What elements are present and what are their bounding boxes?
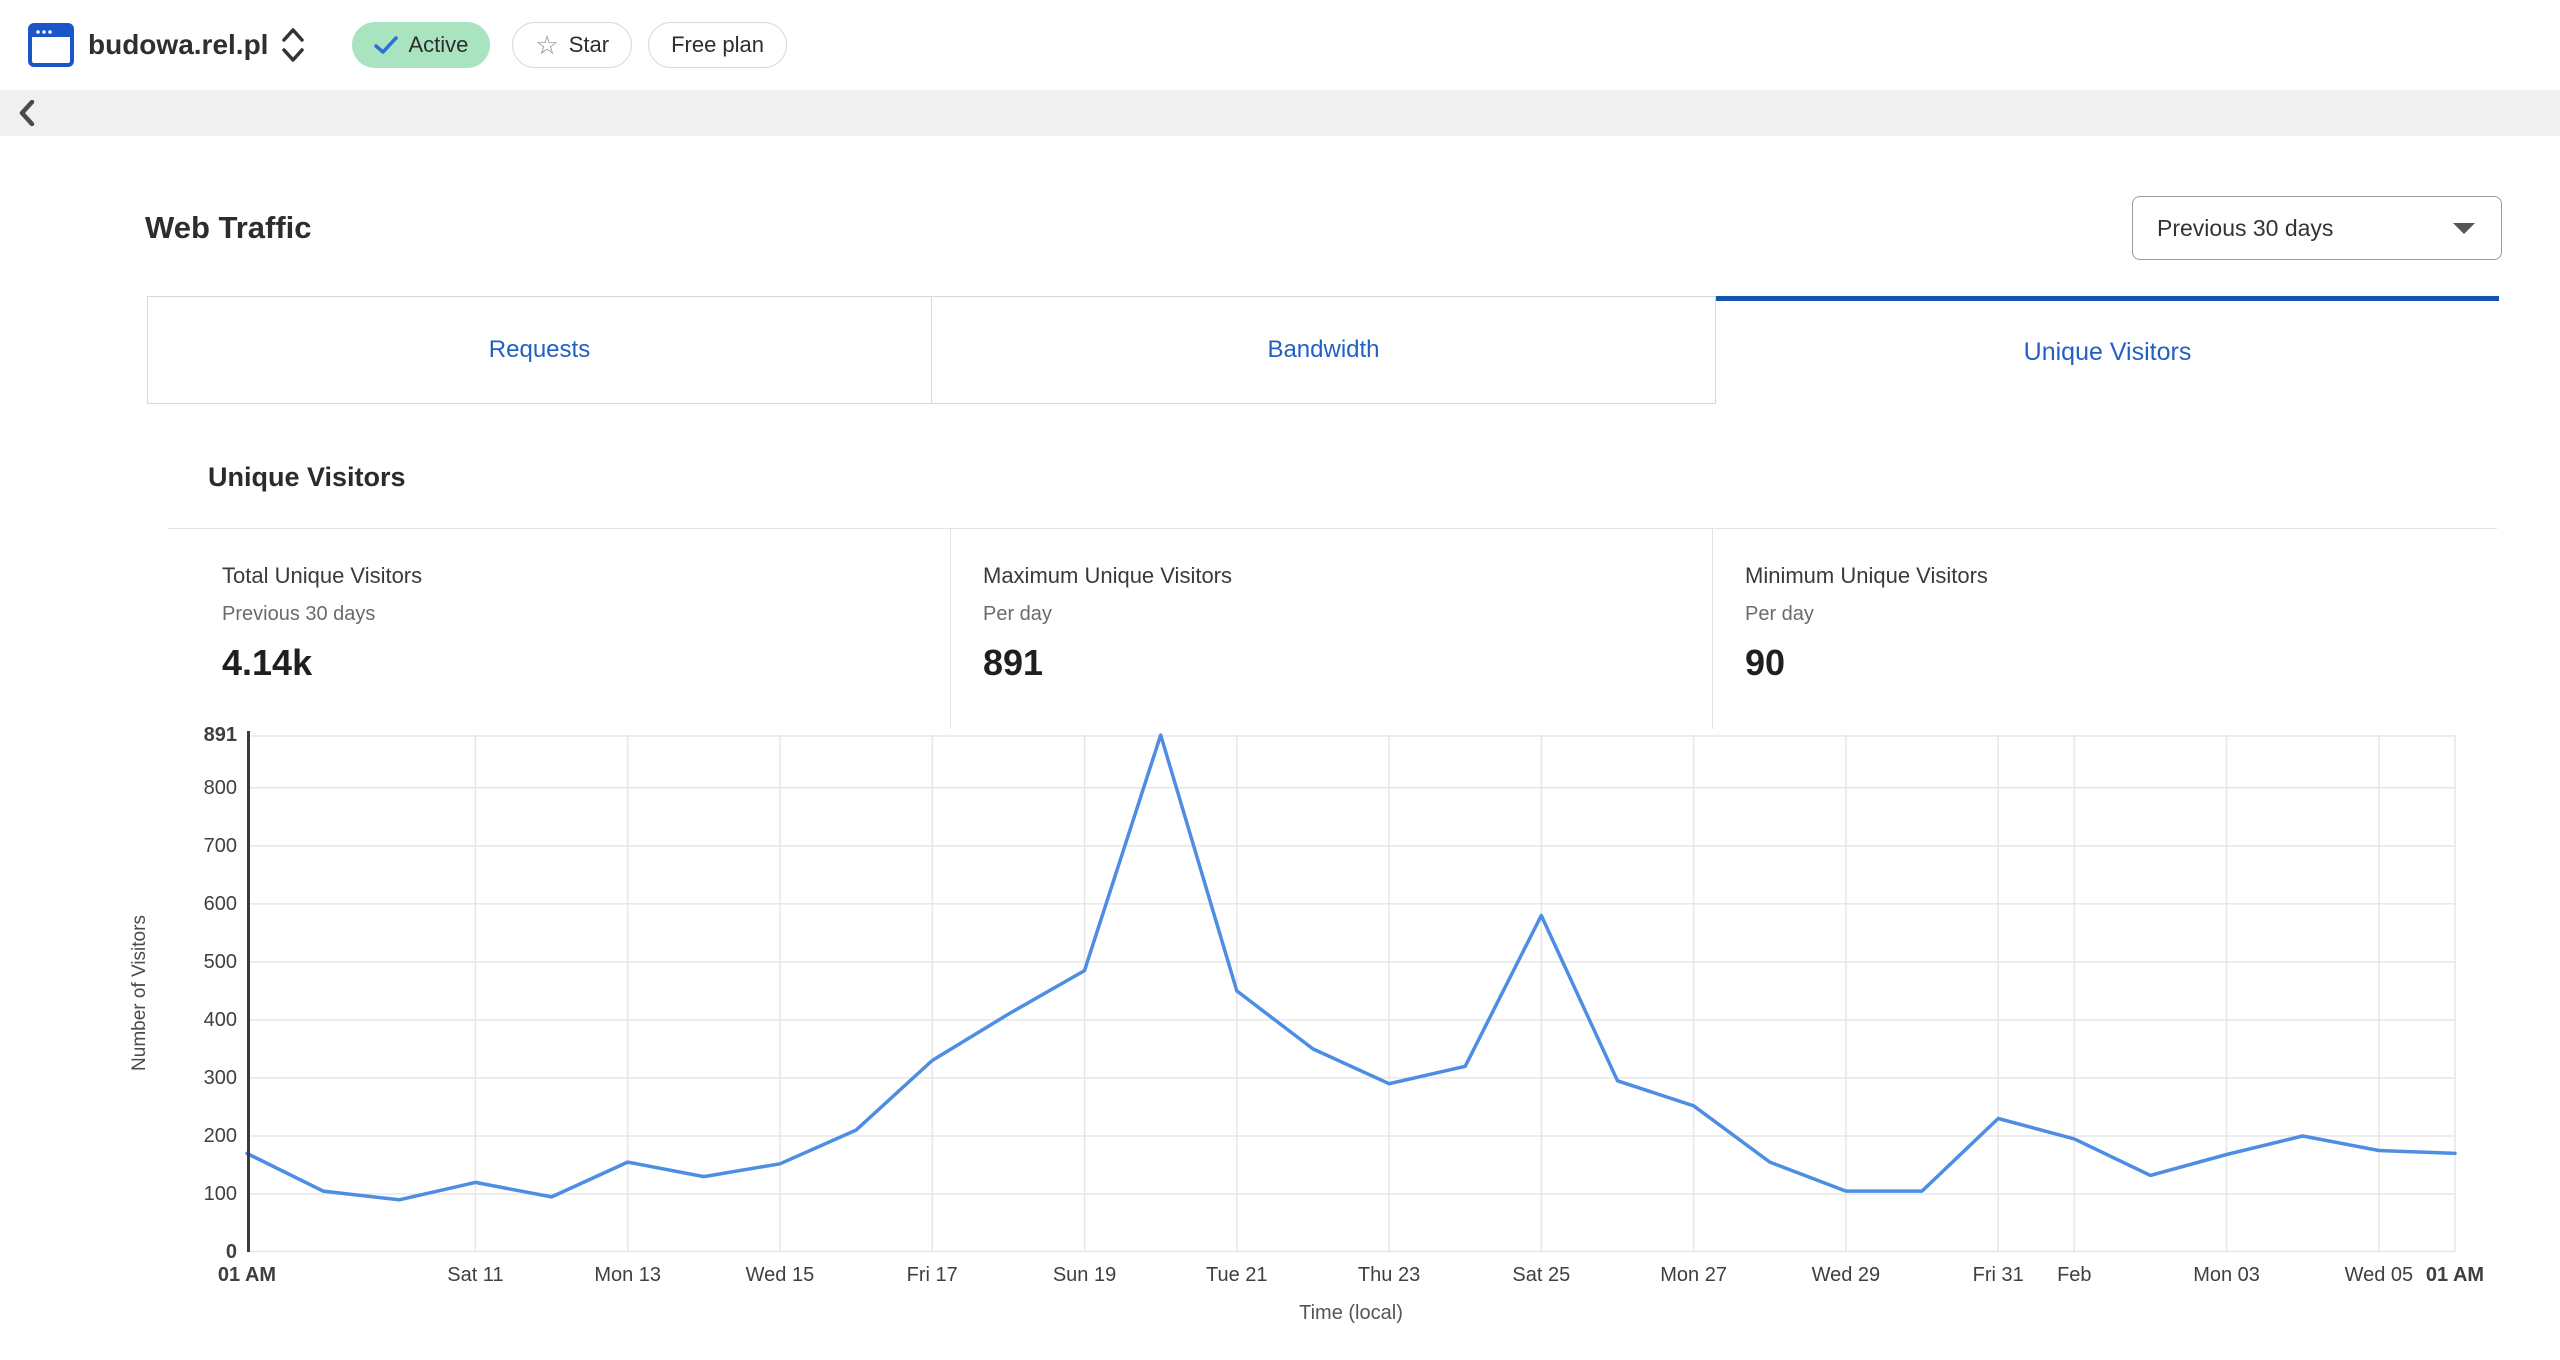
x-tick-label: Sat 11 xyxy=(447,1264,504,1286)
y-axis-title: Number of Visitors xyxy=(129,915,150,1071)
x-tick-label: 01 AM xyxy=(217,1264,277,1286)
stat-value: 90 xyxy=(1745,642,1786,683)
chevron-left-icon xyxy=(19,100,35,126)
stat-label: Total Unique Visitors xyxy=(222,563,423,588)
y-tick-label: 700 xyxy=(203,834,237,857)
stat-sublabel: Per day xyxy=(1745,603,1814,625)
tab-bandwidth-label: Bandwidth xyxy=(1267,336,1380,363)
plan-badge-label: Free plan xyxy=(671,32,765,57)
date-range-select[interactable]: Previous 30 days xyxy=(2132,196,2502,260)
site-name: budowa.rel.pl xyxy=(88,29,269,60)
x-tick-label: Mon 03 xyxy=(2193,1264,2260,1286)
x-tick-label: Sat 25 xyxy=(1512,1264,1571,1286)
x-tick-label: Fri 17 xyxy=(906,1264,958,1286)
stat-value: 4.14k xyxy=(222,642,313,683)
tab-unique-visitors-label: Unique Visitors xyxy=(2023,338,2192,366)
stat-minimum-unique-visitors: Minimum Unique Visitors Per day 90 xyxy=(1712,529,2497,729)
x-tick-label: Mon 13 xyxy=(594,1264,662,1286)
status-badge: Active xyxy=(352,22,491,68)
star-button[interactable]: ☆ Star xyxy=(512,22,633,68)
x-tick-label: Mon 27 xyxy=(1660,1264,1727,1286)
site-switcher-icon[interactable] xyxy=(280,25,306,65)
x-tick-label: Wed 29 xyxy=(1811,1264,1881,1286)
star-button-label: Star xyxy=(568,32,610,57)
stat-label: Maximum Unique Visitors xyxy=(983,563,1233,588)
caret-down-icon xyxy=(2453,223,2475,234)
date-range-value: Previous 30 days xyxy=(2157,214,2334,241)
stat-maximum-unique-visitors: Maximum Unique Visitors Per day 891 xyxy=(950,529,1712,729)
page-title: Web Traffic xyxy=(145,210,312,245)
traffic-tabs: Requests Bandwidth Unique Visitors xyxy=(147,296,2499,404)
collapse-sidebar-button[interactable] xyxy=(10,94,44,132)
stats-row: Total Unique Visitors Previous 30 days 4… xyxy=(168,529,2497,729)
x-axis-title: Time (local) xyxy=(1299,1302,1403,1324)
x-tick-label: Thu 23 xyxy=(1357,1264,1421,1286)
y-tick-label: 100 xyxy=(203,1182,237,1205)
x-tick-label: Sun 19 xyxy=(1052,1264,1117,1286)
check-icon xyxy=(374,36,399,54)
x-tick-label: Fri 31 xyxy=(1972,1264,2024,1286)
stat-label: Minimum Unique Visitors xyxy=(1745,563,1988,588)
collapse-bar xyxy=(0,90,2560,136)
stat-sublabel: Previous 30 days xyxy=(222,603,376,625)
tab-requests[interactable]: Requests xyxy=(147,296,932,404)
x-tick-label: Wed 05 xyxy=(2344,1264,2414,1286)
x-tick-label: Wed 15 xyxy=(745,1264,815,1286)
y-tick-label: 500 xyxy=(203,950,237,973)
status-badge-label: Active xyxy=(408,32,469,57)
site-header: budowa.rel.pl Active ☆ Star Free plan xyxy=(0,0,2560,90)
y-tick-label: 300 xyxy=(203,1066,237,1089)
plan-badge: Free plan xyxy=(648,22,788,68)
panel-heading: Unique Visitors xyxy=(208,462,406,492)
website-icon xyxy=(28,23,74,67)
x-tick-label: Tue 21 xyxy=(1206,1264,1268,1286)
x-tick-label: 01 AM xyxy=(2425,1264,2485,1286)
y-tick-label: 200 xyxy=(203,1124,237,1147)
y-tick-label: 891 xyxy=(203,724,237,746)
star-icon: ☆ xyxy=(535,30,559,60)
tab-bandwidth[interactable]: Bandwidth xyxy=(932,296,1716,404)
tab-requests-label: Requests xyxy=(488,336,591,363)
traffic-line-chart xyxy=(245,731,2457,1253)
stat-sublabel: Per day xyxy=(983,603,1052,625)
y-tick-label: 0 xyxy=(225,1241,237,1263)
web-traffic-page: budowa.rel.pl Active ☆ Star Free plan We… xyxy=(0,0,2560,1360)
stat-value: 891 xyxy=(983,642,1044,683)
x-tick-label: Feb xyxy=(2057,1264,2092,1286)
y-tick-label: 400 xyxy=(203,1008,237,1031)
y-tick-label: 600 xyxy=(203,892,237,915)
stat-total-unique-visitors: Total Unique Visitors Previous 30 days 4… xyxy=(168,529,950,729)
y-tick-label: 800 xyxy=(203,776,237,799)
tab-unique-visitors[interactable]: Unique Visitors xyxy=(1716,296,2499,404)
